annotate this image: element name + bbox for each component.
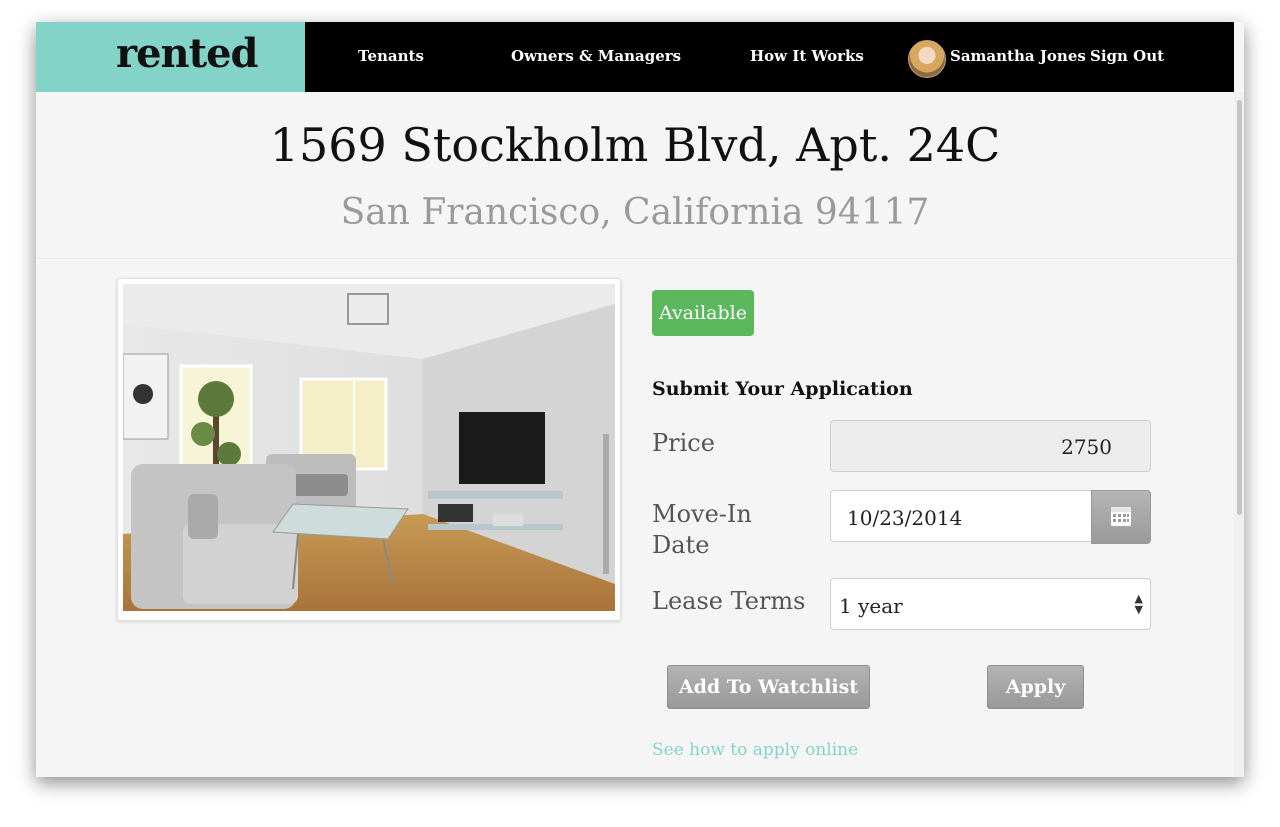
move-in-label-line2: Date [652,531,710,559]
nav-owners-managers[interactable]: Owners & Managers [511,47,681,65]
nav-how-it-works[interactable]: How It Works [750,47,864,65]
price-value: 2750 [1061,435,1112,459]
listing-photo[interactable] [117,278,621,621]
move-in-label: Move-In Date [652,499,752,561]
user-name[interactable]: Samantha Jones [950,47,1086,65]
apply-button[interactable]: Apply [987,665,1084,709]
move-in-date-input[interactable]: 10/23/2014 [830,490,1151,544]
status-badge: Available [652,290,754,336]
sign-out-link[interactable]: Sign Out [1090,47,1164,65]
add-to-watchlist-button[interactable]: Add To Watchlist [667,665,870,709]
scrollbar-thumb[interactable] [1237,100,1242,515]
logo[interactable]: rented [116,30,258,77]
living-room-image [123,284,615,611]
calendar-button[interactable] [1091,490,1151,544]
nav-tenants[interactable]: Tenants [358,47,424,65]
browser-window: rented Tenants Owners & Managers How It … [36,22,1244,777]
lease-terms-label: Lease Terms [652,587,806,615]
listing-city: San Francisco, California 94117 [340,192,930,233]
price-label: Price [652,429,715,457]
price-field: 2750 [830,420,1151,472]
lease-terms-value: 1 year [839,594,903,618]
user-avatar[interactable] [908,40,946,78]
calendar-icon [1111,507,1131,526]
move-in-label-line1: Move-In [652,500,752,528]
move-in-date-value: 10/23/2014 [847,506,963,530]
section-divider [36,258,1234,259]
vertical-scrollbar[interactable] [1234,92,1244,777]
listing-address: 1569 Stockholm Blvd, Apt. 24C [269,118,1001,172]
top-nav-bar: rented Tenants Owners & Managers How It … [36,22,1234,92]
apply-help-link[interactable]: See how to apply online [652,740,858,760]
lease-terms-select[interactable]: 1 year ▲ ▼ [830,578,1151,630]
logo-box[interactable]: rented [36,22,305,92]
select-arrows-icon: ▲ ▼ [1134,592,1143,616]
form-heading: Submit Your Application [652,378,913,400]
